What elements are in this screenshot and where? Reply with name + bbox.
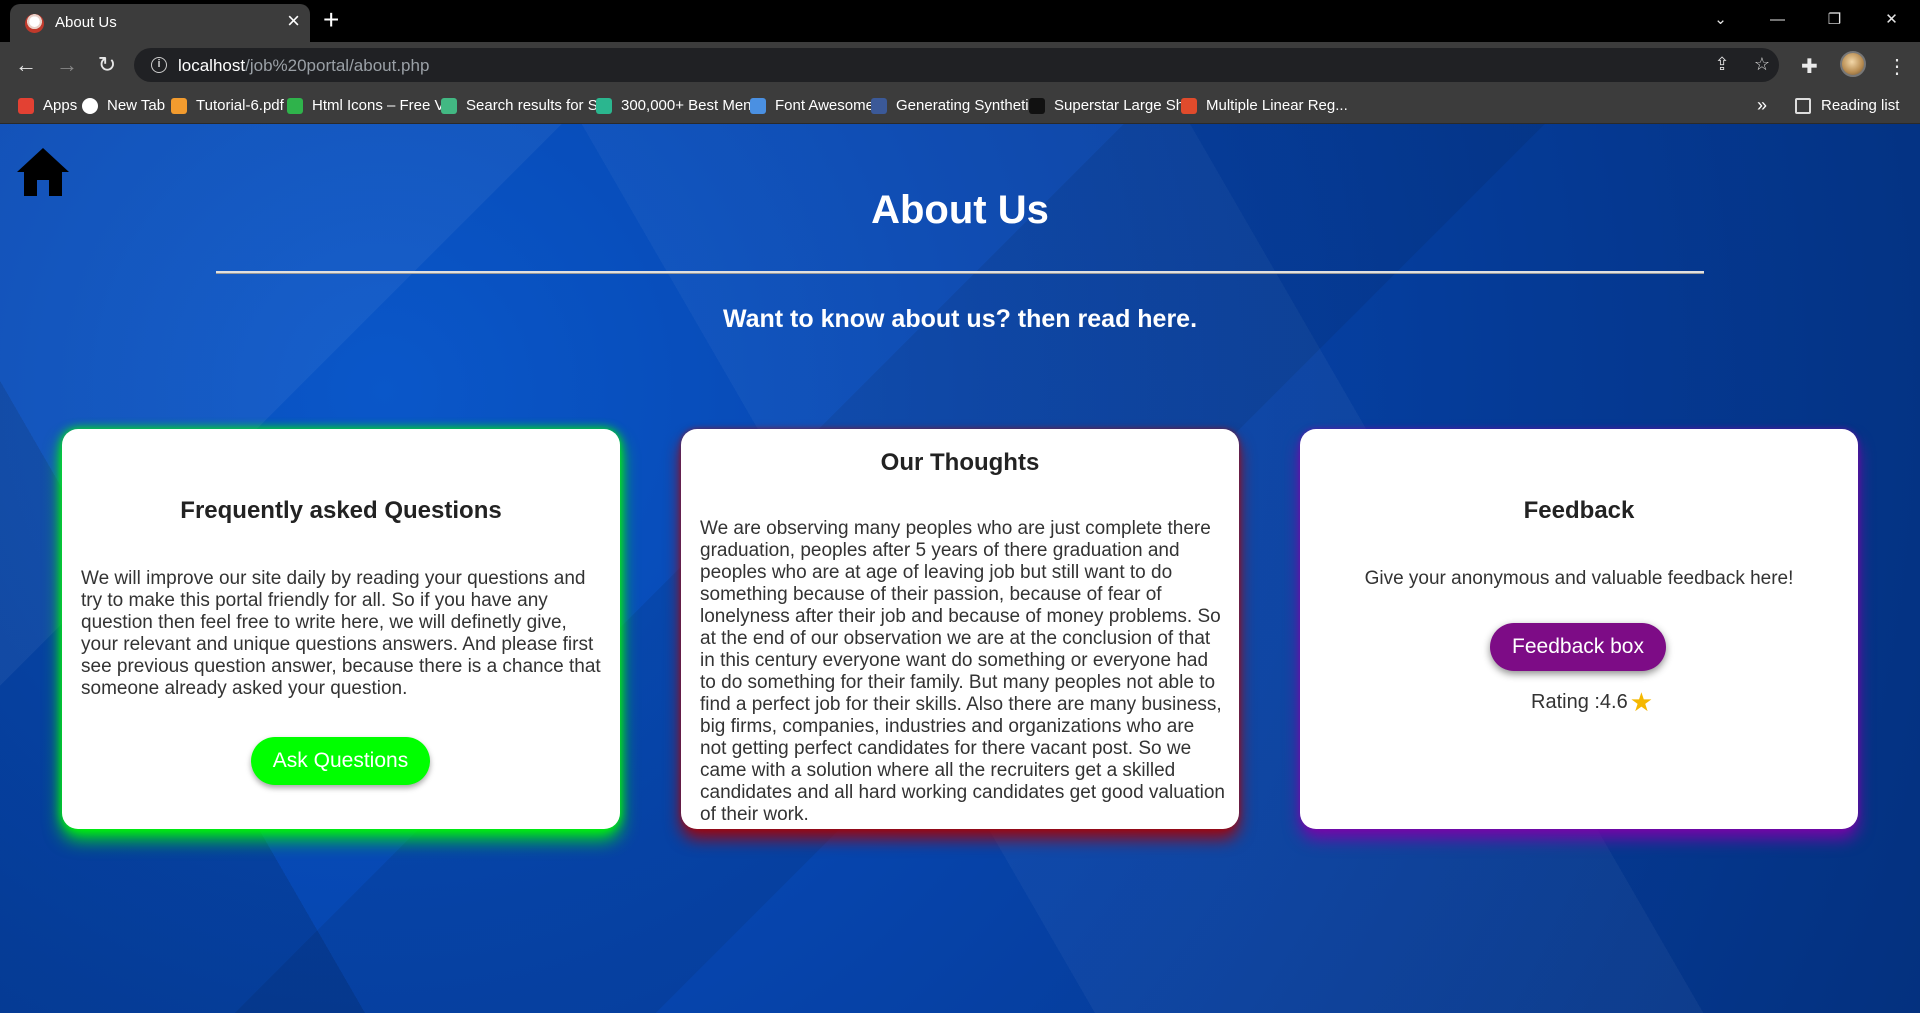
page-body: About Us Want to know about us? then rea… [0,124,1920,1013]
bookmark-item[interactable]: Search results for S... [441,97,610,114]
site-info-icon[interactable]: i [151,57,167,73]
bookmark-label: 300,000+ Best Men... [621,97,765,114]
toolbar: ← → ↻ i localhost/job%20portal/about.php… [0,42,1920,88]
apps-grid-icon [18,97,34,114]
feedback-box-button[interactable]: Feedback box [1490,623,1666,671]
bookmark-item[interactable]: Apps [18,97,77,114]
bookmark-label: Font Awesome [775,97,874,114]
page-subtitle: Want to know about us? then read here. [722,305,1198,333]
restore-icon[interactable]: ❐ [1806,0,1863,38]
reading-list-icon [1795,97,1811,114]
feedback-title: Feedback [1523,497,1635,524]
extensions-puzzle-icon[interactable]: ✚ [1801,54,1818,79]
rating-label: Rating :4.6 [1531,691,1628,713]
tab-close-icon[interactable]: × [287,10,300,32]
new-tab-plus-icon[interactable]: + [323,5,339,35]
superstar-icon [1029,97,1045,114]
tab-favicon-icon [25,14,44,33]
vue-icon [441,97,457,114]
bookmark-label: New Tab [107,97,166,114]
pdf-icon [171,97,187,114]
reading-list-label: Reading list [1821,97,1900,114]
rating: Rating :4.6 ★ [1531,687,1653,718]
feedback-card: Feedback Give your anonymous and valuabl… [1300,429,1858,829]
thoughts-description: We are observing many peoples who are ju… [700,518,1225,825]
bookmarks-bar: Apps New Tab Tutorial-6.pdf Html Icons – Fr… [0,88,1920,124]
bookmark-label: Tutorial-6.pdf [196,97,284,114]
thoughts-title: Our Thoughts [880,449,1040,476]
bookmark-item[interactable]: Font Awesome [750,97,874,114]
faq-title: Frequently asked Questions [180,497,502,524]
bookmark-label: Generating Syntheti... [896,97,1042,114]
reading-list-button[interactable]: Reading list [1795,97,1899,114]
html-icons-icon [287,97,303,114]
bookmark-label: Search results for S... [466,97,611,114]
bookmark-label: Apps [43,97,78,114]
url-text[interactable]: localhost/job%20portal/about.php [178,56,429,76]
feedback-description: Give your anonymous and valuable feedbac… [1364,568,1794,589]
sa-icon [1181,97,1197,114]
bookmark-item[interactable]: Multiple Linear Reg... [1181,97,1348,114]
faq-description: We will improve our site daily by readin… [81,568,601,699]
minimize-icon[interactable]: — [1749,0,1806,38]
stock-icon [596,97,612,114]
url-host: localhost [178,56,246,75]
bookmarks-overflow-icon[interactable]: » [1757,95,1767,116]
bookmark-item[interactable]: Tutorial-6.pdf [171,97,284,114]
address-bar[interactable]: i localhost/job%20portal/about.php ⇪ ☆ [134,48,1779,82]
bookmark-item[interactable]: Html Icons – Free V... [287,97,456,114]
tab-strip: About Us × + ⌄ — ❐ ✕ [0,0,1920,42]
bookmark-item[interactable]: Superstar Large Sh... [1029,97,1197,114]
star-icon: ★ [1629,687,1654,717]
globe-icon [82,97,98,114]
tab-search-chevron-icon[interactable]: ⌄ [1692,0,1749,38]
forward-arrow-icon[interactable]: → [53,51,81,79]
ask-questions-button[interactable]: Ask Questions [251,737,430,785]
share-icon[interactable]: ⇪ [1711,54,1733,76]
faq-card: Frequently asked Questions We will impro… [62,429,620,829]
tds-icon [871,97,887,114]
bookmark-item[interactable]: 300,000+ Best Men... [596,97,764,114]
tab-about-us[interactable]: About Us × [10,4,310,42]
bookmark-label: Html Icons – Free V... [312,97,456,114]
close-window-icon[interactable]: ✕ [1863,0,1920,38]
bookmark-item[interactable]: New Tab [82,97,165,114]
bookmark-label: Multiple Linear Reg... [1206,97,1348,114]
profile-avatar[interactable] [1840,51,1866,77]
reload-icon[interactable]: ↻ [93,51,121,79]
flag-icon [750,97,766,114]
bookmark-item[interactable]: Generating Syntheti... [871,97,1041,114]
back-arrow-icon[interactable]: ← [12,51,40,79]
page-title: About Us [871,188,1049,232]
tab-title: About Us [55,14,117,31]
thoughts-card: Our Thoughts We are observing many peopl… [681,429,1239,829]
window-controls: ⌄ — ❐ ✕ [1692,0,1920,42]
title-divider [216,271,1704,274]
menu-kebab-icon[interactable]: ⋮ [1887,54,1907,79]
url-path: /job%20portal/about.php [245,56,430,75]
bookmark-star-icon[interactable]: ☆ [1751,54,1773,76]
bookmark-label: Superstar Large Sh... [1054,97,1197,114]
